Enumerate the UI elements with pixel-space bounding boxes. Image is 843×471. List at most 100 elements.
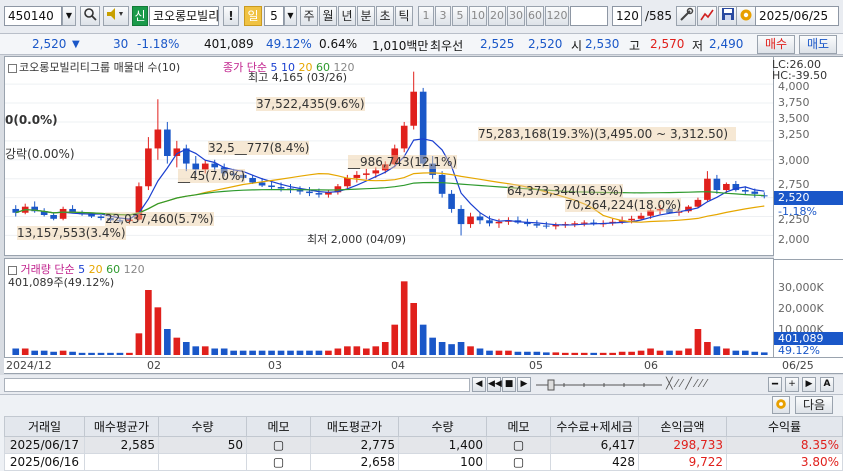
volume-bar	[704, 342, 711, 355]
table-row[interactable]: 2025/06/16 ▢ 2,658 100 ▢ 428 9,722 3.80%	[4, 453, 843, 471]
minute-1-button[interactable]: 1	[418, 6, 434, 26]
zoom-out-button[interactable]: ━	[768, 377, 782, 392]
toolbar: 450140 ▼ 신 코오롱모빌리 ! 일 5 ▼ 주 월 년 분 초 틱 1 …	[0, 0, 843, 34]
volume-bar	[381, 342, 389, 355]
chart-navigation: ◀ ◀◀ ■ ▶ ╳⁄⁄╱⁄⁄⁄ ━ + ▶ A	[0, 375, 843, 395]
candle-body	[344, 177, 351, 187]
minute-60-button[interactable]: 60	[526, 6, 544, 26]
period-minute-button[interactable]: 분	[357, 6, 375, 26]
price-chart[interactable]: 코오롱모빌리티그룹 매물대 수(10) 종가 단순 5 10 20 60 120…	[4, 56, 774, 256]
low-label: 저	[692, 39, 704, 53]
search-icon[interactable]	[80, 6, 100, 26]
volume-bar	[467, 346, 474, 355]
speaker-icon[interactable]	[103, 6, 129, 26]
stock-name-field[interactable]: 코오롱모빌리	[149, 6, 219, 26]
candle-body	[353, 174, 361, 178]
price-tick: 3,250	[778, 128, 810, 141]
candle-body	[543, 225, 550, 227]
period-value-input[interactable]: 5	[264, 6, 284, 26]
play-icon[interactable]: ▶	[517, 377, 531, 392]
date-label: 02	[147, 359, 161, 372]
date-label: 04	[391, 359, 405, 372]
volume-bar	[438, 342, 446, 355]
minute-30-button[interactable]: 30	[507, 6, 525, 26]
period-tick-button[interactable]: 틱	[395, 6, 413, 26]
volume-value: 401,089주(49.12%)	[8, 276, 115, 289]
next-button[interactable]: 다음	[795, 396, 833, 414]
candle-body	[419, 91, 427, 164]
open-label: 시	[571, 39, 583, 53]
candle-body	[723, 183, 730, 191]
stock-code-input[interactable]: 450140	[4, 6, 62, 26]
volume-bar	[685, 348, 692, 355]
volume-profile-label-8: 22,037,460(5.7%)	[105, 212, 214, 226]
price-tick: 3,750	[778, 96, 810, 109]
memo-icon[interactable]: ▢	[246, 453, 311, 471]
tools-icon[interactable]	[676, 6, 696, 26]
custom-period-input[interactable]	[570, 6, 608, 26]
volume-bar	[88, 352, 95, 355]
quote-bar: 2,520 ▼ 30 -1.18% 401,089 49.12% 0.64% 1…	[0, 34, 843, 55]
volume-profile-label-6: 64,373,344(16.5%)	[507, 184, 624, 198]
zoom-in-button[interactable]: +	[785, 377, 799, 392]
pnl-cell: 298,733	[638, 436, 727, 454]
minute-5-button[interactable]: 5	[452, 6, 468, 26]
buy-button[interactable]: 매수	[757, 35, 795, 54]
low-annotation: 최저 2,000 (04/09)	[307, 233, 407, 246]
period-month-button[interactable]: 월	[319, 6, 337, 26]
save-icon[interactable]	[718, 6, 738, 26]
period-second-button[interactable]: 초	[376, 6, 394, 26]
drawing-tools[interactable]: ╳⁄⁄╱⁄⁄⁄	[666, 377, 766, 393]
memo-icon[interactable]: ▢	[246, 436, 311, 454]
candle-body	[258, 182, 266, 186]
minute-120-button[interactable]: 120	[545, 6, 569, 26]
col-sell-memo: 메모	[486, 416, 551, 437]
scroll-left-icon[interactable]: ◀	[472, 377, 486, 392]
volume-chart[interactable]: 거래량 단순 5 20 60 120 401,089주(49.12%)	[4, 258, 774, 358]
code-dropdown-icon[interactable]: ▼	[62, 6, 76, 26]
volume-bar	[486, 350, 493, 355]
zoom-slider[interactable]	[534, 379, 664, 391]
volume-bar	[220, 348, 228, 355]
volume-bar	[457, 342, 465, 355]
current-price: 2,520	[32, 37, 67, 51]
volume-profile-label-5: __45(7.0%)	[178, 169, 246, 183]
rewind-icon[interactable]: ◀◀	[487, 377, 502, 392]
stop-icon[interactable]: ■	[502, 377, 516, 392]
volume-bar	[59, 350, 67, 355]
col-return: 수익률	[726, 416, 843, 437]
date-label: 06	[644, 359, 658, 372]
display-count-input[interactable]: 120	[612, 6, 642, 26]
chart-type-icon[interactable]	[697, 6, 717, 26]
price-change: 30	[113, 37, 129, 51]
down-arrow-icon: ▼	[72, 39, 80, 50]
date-label: 03	[268, 359, 282, 372]
volume-bar	[192, 346, 200, 355]
date-field[interactable]: 2025/06/25	[755, 6, 839, 26]
candle-body	[713, 178, 721, 191]
volume-bar	[306, 350, 313, 355]
candle-body	[751, 191, 759, 194]
minute-20-button[interactable]: 20	[488, 6, 506, 26]
chart-scroll-track[interactable]	[4, 378, 470, 392]
settings-icon[interactable]	[772, 396, 790, 414]
memo-icon[interactable]: ▢	[486, 453, 551, 471]
table-row[interactable]: 2025/06/17 2,585 50 ▢ 2,775 1,400 ▢ 6,41…	[4, 436, 843, 454]
sell-button[interactable]: 매도	[799, 35, 837, 54]
period-day-button[interactable]: 일	[244, 6, 262, 26]
minute-3-button[interactable]: 3	[435, 6, 451, 26]
alert-button[interactable]: !	[223, 6, 239, 26]
trade-volume: 401,089	[204, 37, 254, 51]
period-year-button[interactable]: 년	[338, 6, 356, 26]
volume-bar	[21, 348, 29, 355]
high-annotation: 최고 4,165 (03/26)	[248, 71, 348, 84]
scroll-right-icon[interactable]: ▶	[802, 377, 816, 392]
volume-bar	[135, 333, 143, 355]
minute-10-button[interactable]: 10	[469, 6, 487, 26]
period-week-button[interactable]: 주	[300, 6, 318, 26]
period-dropdown-icon[interactable]: ▼	[284, 6, 297, 26]
return-cell: 8.35%	[726, 436, 843, 454]
memo-icon[interactable]: ▢	[486, 436, 551, 454]
settings-icon[interactable]	[736, 6, 756, 26]
font-size-button[interactable]: A	[820, 377, 834, 392]
